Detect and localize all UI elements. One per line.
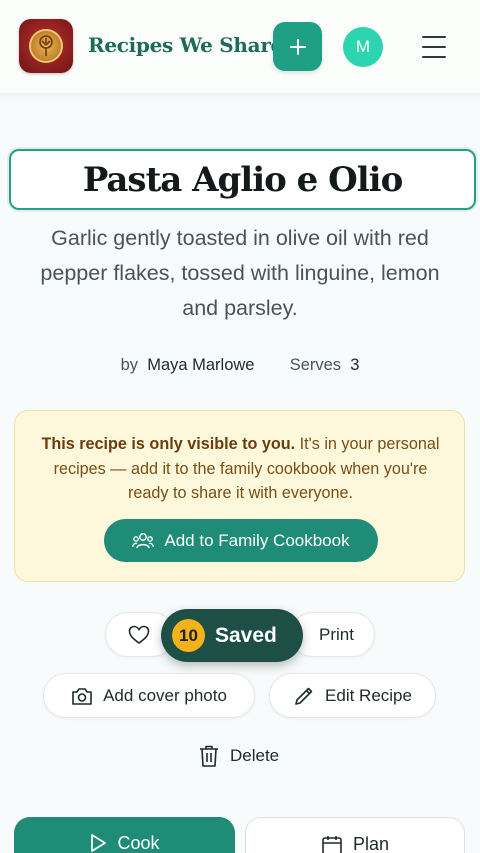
saved-toast: 10 Saved: [161, 609, 303, 662]
cook-label: Cook: [117, 833, 160, 853]
notice-text: This recipe is only visible to you. It's…: [35, 432, 446, 506]
plan-label: Plan: [352, 834, 390, 853]
brand-name[interactable]: Recipes We Share: [88, 33, 283, 57]
camera-icon: [72, 687, 92, 705]
add-recipe-button[interactable]: [273, 22, 322, 71]
pencil-icon: [295, 687, 313, 705]
serves-count: 3: [350, 356, 360, 374]
app-header: Recipes We Share M: [0, 0, 480, 94]
author-name[interactable]: Maya Marlowe: [147, 356, 254, 374]
app-logo[interactable]: [19, 19, 73, 73]
add-to-family-cookbook-button[interactable]: Add to Family Cookbook: [104, 519, 378, 562]
recipe-title-field[interactable]: Pasta Aglio e Olio: [9, 149, 476, 210]
calendar-icon: [322, 836, 342, 853]
edit-recipe-label: Edit Recipe: [325, 685, 412, 705]
users-icon: [132, 532, 155, 548]
notice-bold: This recipe is only visible to you.: [41, 435, 296, 453]
trash-icon: [200, 745, 218, 767]
hamburger-menu-icon[interactable]: [420, 33, 448, 61]
by-label: by: [120, 356, 139, 374]
private-recipe-notice: This recipe is only visible to you. It's…: [14, 410, 465, 582]
serves-label: Serves: [289, 356, 342, 374]
plan-button[interactable]: Plan: [245, 817, 465, 853]
saved-count-badge: 10: [172, 619, 205, 652]
print-label: Print: [319, 624, 354, 644]
edit-recipe-button[interactable]: Edit Recipe: [269, 673, 436, 718]
delete-button[interactable]: Delete: [198, 742, 279, 770]
add-to-family-cookbook-label: Add to Family Cookbook: [164, 530, 350, 550]
play-icon: [91, 834, 107, 852]
tree-icon: [39, 35, 53, 56]
add-cover-photo-label: Add cover photo: [103, 685, 227, 705]
plus-icon: [289, 38, 306, 55]
user-avatar[interactable]: M: [343, 27, 383, 67]
add-cover-photo-button[interactable]: Add cover photo: [43, 673, 255, 718]
heart-icon: [128, 625, 150, 644]
recipe-description: Garlic gently toasted in olive oil with …: [40, 226, 440, 320]
recipe-meta: by Maya Marlowe Serves 3: [0, 356, 480, 375]
recipe-title: Pasta Aglio e Olio: [82, 159, 403, 200]
saved-label: Saved: [215, 623, 277, 647]
cook-button[interactable]: Cook: [14, 817, 235, 853]
delete-label: Delete: [230, 746, 280, 765]
